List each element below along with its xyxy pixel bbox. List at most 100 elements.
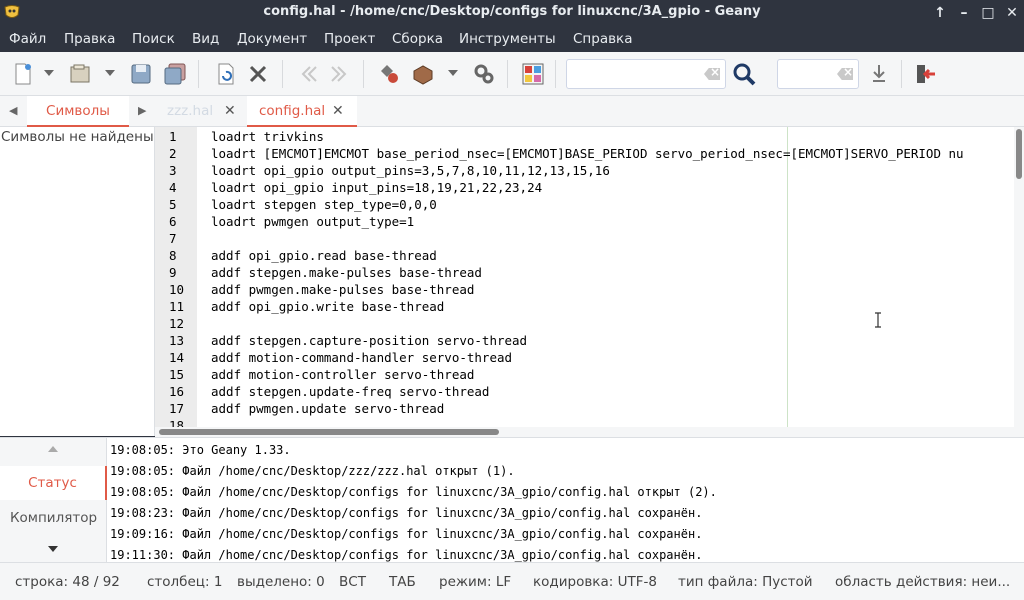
log-entry: 19:08:05: Файл /home/cnc/Desktop/configs…	[110, 485, 717, 499]
tab-compiler[interactable]: Компилятор	[0, 501, 107, 535]
code-line[interactable]: loadrt [EMCMOT]EMCMOT base_period_nsec=[…	[211, 146, 964, 161]
long-line-marker	[787, 127, 788, 427]
status-eol: режим: LF	[439, 574, 512, 590]
menu-file[interactable]: Файл	[9, 31, 46, 47]
jump-to-line-icon[interactable]	[867, 62, 891, 86]
line-number: 10	[169, 282, 185, 297]
find-icon[interactable]	[732, 62, 756, 86]
goto-line-input[interactable]	[777, 59, 859, 89]
tab-status[interactable]: Статус	[0, 466, 107, 500]
code-editor[interactable]: 1 2 3 4 5 6 7 8 9 10 11 12 13 14 15 16 17 18 loadrt trivk…	[155, 127, 1024, 437]
maximize-up-button[interactable]: ↑	[929, 2, 951, 24]
forward-icon[interactable]	[328, 62, 352, 86]
line-number: 15	[169, 367, 185, 382]
code-line[interactable]: addf stepgen.capture-position servo-thre…	[211, 333, 527, 348]
status-scope: область действия: неи...	[835, 574, 1011, 590]
horizontal-scrollbar[interactable]	[155, 427, 1024, 437]
status-filetype: тип файла: Пустой	[678, 574, 813, 590]
vertical-scrollbar[interactable]	[1014, 127, 1024, 427]
menu-search[interactable]: Поиск	[132, 31, 175, 47]
restore-button[interactable]: □	[977, 2, 999, 24]
execute-icon[interactable]	[472, 62, 496, 86]
compile-icon[interactable]	[378, 62, 402, 86]
save-icon[interactable]	[129, 62, 153, 86]
code-line[interactable]: loadrt pwmgen output_type=1	[211, 214, 414, 229]
code-line[interactable]: addf pwmgen.update servo-thread	[211, 401, 444, 416]
new-file-dropdown[interactable]	[44, 70, 54, 76]
status-encoding: кодировка: UTF-8	[533, 574, 657, 590]
menu-bar: Файл Правка Поиск Вид Документ Проект Сб…	[0, 26, 1024, 52]
sidebar-tabs: ◀ Символы ▶	[0, 96, 155, 127]
log-entry: 19:08:23: Файл /home/cnc/Desktop/configs…	[110, 506, 703, 520]
document-tabs: zzz.hal ✕ config.hal ✕	[155, 96, 1024, 127]
code-line[interactable]: addf opi_gpio.write base-thread	[211, 299, 444, 314]
code-line[interactable]: loadrt trivkins	[211, 129, 324, 144]
panel-scroll-down-icon[interactable]	[48, 546, 58, 552]
menu-project[interactable]: Проект	[324, 31, 375, 47]
line-number: 7	[169, 231, 177, 246]
symbols-empty-message: Символы не найдены	[1, 129, 154, 145]
window-title: config.hal - /home/cnc/Desktop/configs f…	[263, 4, 761, 19]
line-number-gutter: 1 2 3 4 5 6 7 8 9 10 11 12 13 14 15 16 17 18	[155, 127, 197, 433]
tab-symbols[interactable]: Символы	[27, 96, 129, 127]
line-number: 8	[169, 248, 177, 263]
color-chooser-icon[interactable]	[521, 62, 545, 86]
quit-icon[interactable]	[913, 62, 937, 86]
open-file-icon[interactable]	[68, 62, 92, 86]
revert-icon[interactable]	[214, 62, 238, 86]
menu-edit[interactable]: Правка	[64, 31, 115, 47]
back-icon[interactable]	[296, 62, 320, 86]
line-number: 16	[169, 384, 185, 399]
sidebar-next-icon[interactable]: ▶	[138, 104, 146, 117]
search-clear-icon[interactable]	[704, 68, 720, 80]
tab-config-hal[interactable]: config.hal ✕	[247, 96, 357, 127]
code-line[interactable]: addf opi_gpio.read base-thread	[211, 248, 437, 263]
sidebar-prev-icon[interactable]: ◀	[9, 104, 17, 117]
minimize-button[interactable]: –	[953, 2, 975, 24]
line-number: 5	[169, 197, 177, 212]
sidebar: ◀ Символы ▶ Символы не найдены	[0, 96, 155, 436]
menu-view[interactable]: Вид	[192, 31, 219, 47]
build-dropdown[interactable]	[448, 70, 458, 76]
code-line[interactable]: addf motion-controller servo-thread	[211, 367, 474, 382]
new-file-icon[interactable]	[11, 62, 35, 86]
search-input[interactable]	[566, 59, 726, 89]
text-cursor-icon	[875, 312, 881, 328]
scroll-thumb[interactable]	[159, 429, 499, 435]
code-line[interactable]: addf stepgen.update-freq servo-thread	[211, 384, 489, 399]
code-line[interactable]: addf stepgen.make-pulses base-thread	[211, 265, 482, 280]
message-panel: Статус Компилятор 19:08:05: Это Geany 1.…	[0, 437, 1024, 563]
close-tab-icon[interactable]: ✕	[332, 96, 344, 126]
goto-clear-icon[interactable]	[837, 68, 853, 80]
tab-zzz-hal[interactable]: zzz.hal ✕	[155, 96, 247, 127]
close-tab-icon[interactable]: ✕	[224, 96, 236, 126]
log-entry: 19:08:05: Это Geany 1.33.	[110, 443, 291, 457]
title-bar: config.hal - /home/cnc/Desktop/configs f…	[0, 0, 1024, 26]
log-entry: 19:09:16: Файл /home/cnc/Desktop/configs…	[110, 527, 703, 541]
open-file-dropdown[interactable]	[105, 70, 115, 76]
line-number: 9	[169, 265, 177, 280]
menu-tools[interactable]: Инструменты	[459, 31, 556, 47]
tab-label: config.hal	[259, 103, 326, 119]
menu-document[interactable]: Документ	[237, 31, 307, 47]
save-all-icon[interactable]	[163, 62, 187, 86]
menu-help[interactable]: Справка	[573, 31, 632, 47]
log-entry: 19:08:05: Файл /home/cnc/Desktop/zzz/zzz…	[110, 464, 515, 478]
scroll-thumb[interactable]	[1016, 129, 1022, 179]
menu-build[interactable]: Сборка	[392, 31, 443, 47]
panel-scroll-up-icon[interactable]	[48, 446, 58, 452]
code-line[interactable]: addf pwmgen.make-pulses base-thread	[211, 282, 474, 297]
close-window-button[interactable]: ✕	[1001, 2, 1023, 24]
close-icon[interactable]	[246, 62, 270, 86]
status-bar: строка: 48 / 92 столбец: 1 выделено: 0 В…	[0, 562, 1024, 600]
code-line[interactable]: addf motion-command-handler servo-thread	[211, 350, 512, 365]
line-number: 2	[169, 146, 177, 161]
build-icon[interactable]	[411, 62, 435, 86]
code-line[interactable]: loadrt stepgen step_type=0,0,0	[211, 197, 437, 212]
toolbar-separator	[363, 60, 364, 88]
code-line[interactable]: loadrt opi_gpio input_pins=18,19,21,22,2…	[211, 180, 542, 195]
line-number: 4	[169, 180, 177, 195]
tab-label: zzz.hal	[167, 103, 214, 119]
code-line[interactable]: loadrt opi_gpio output_pins=3,5,7,8,10,1…	[211, 163, 610, 178]
line-number: 6	[169, 214, 177, 229]
